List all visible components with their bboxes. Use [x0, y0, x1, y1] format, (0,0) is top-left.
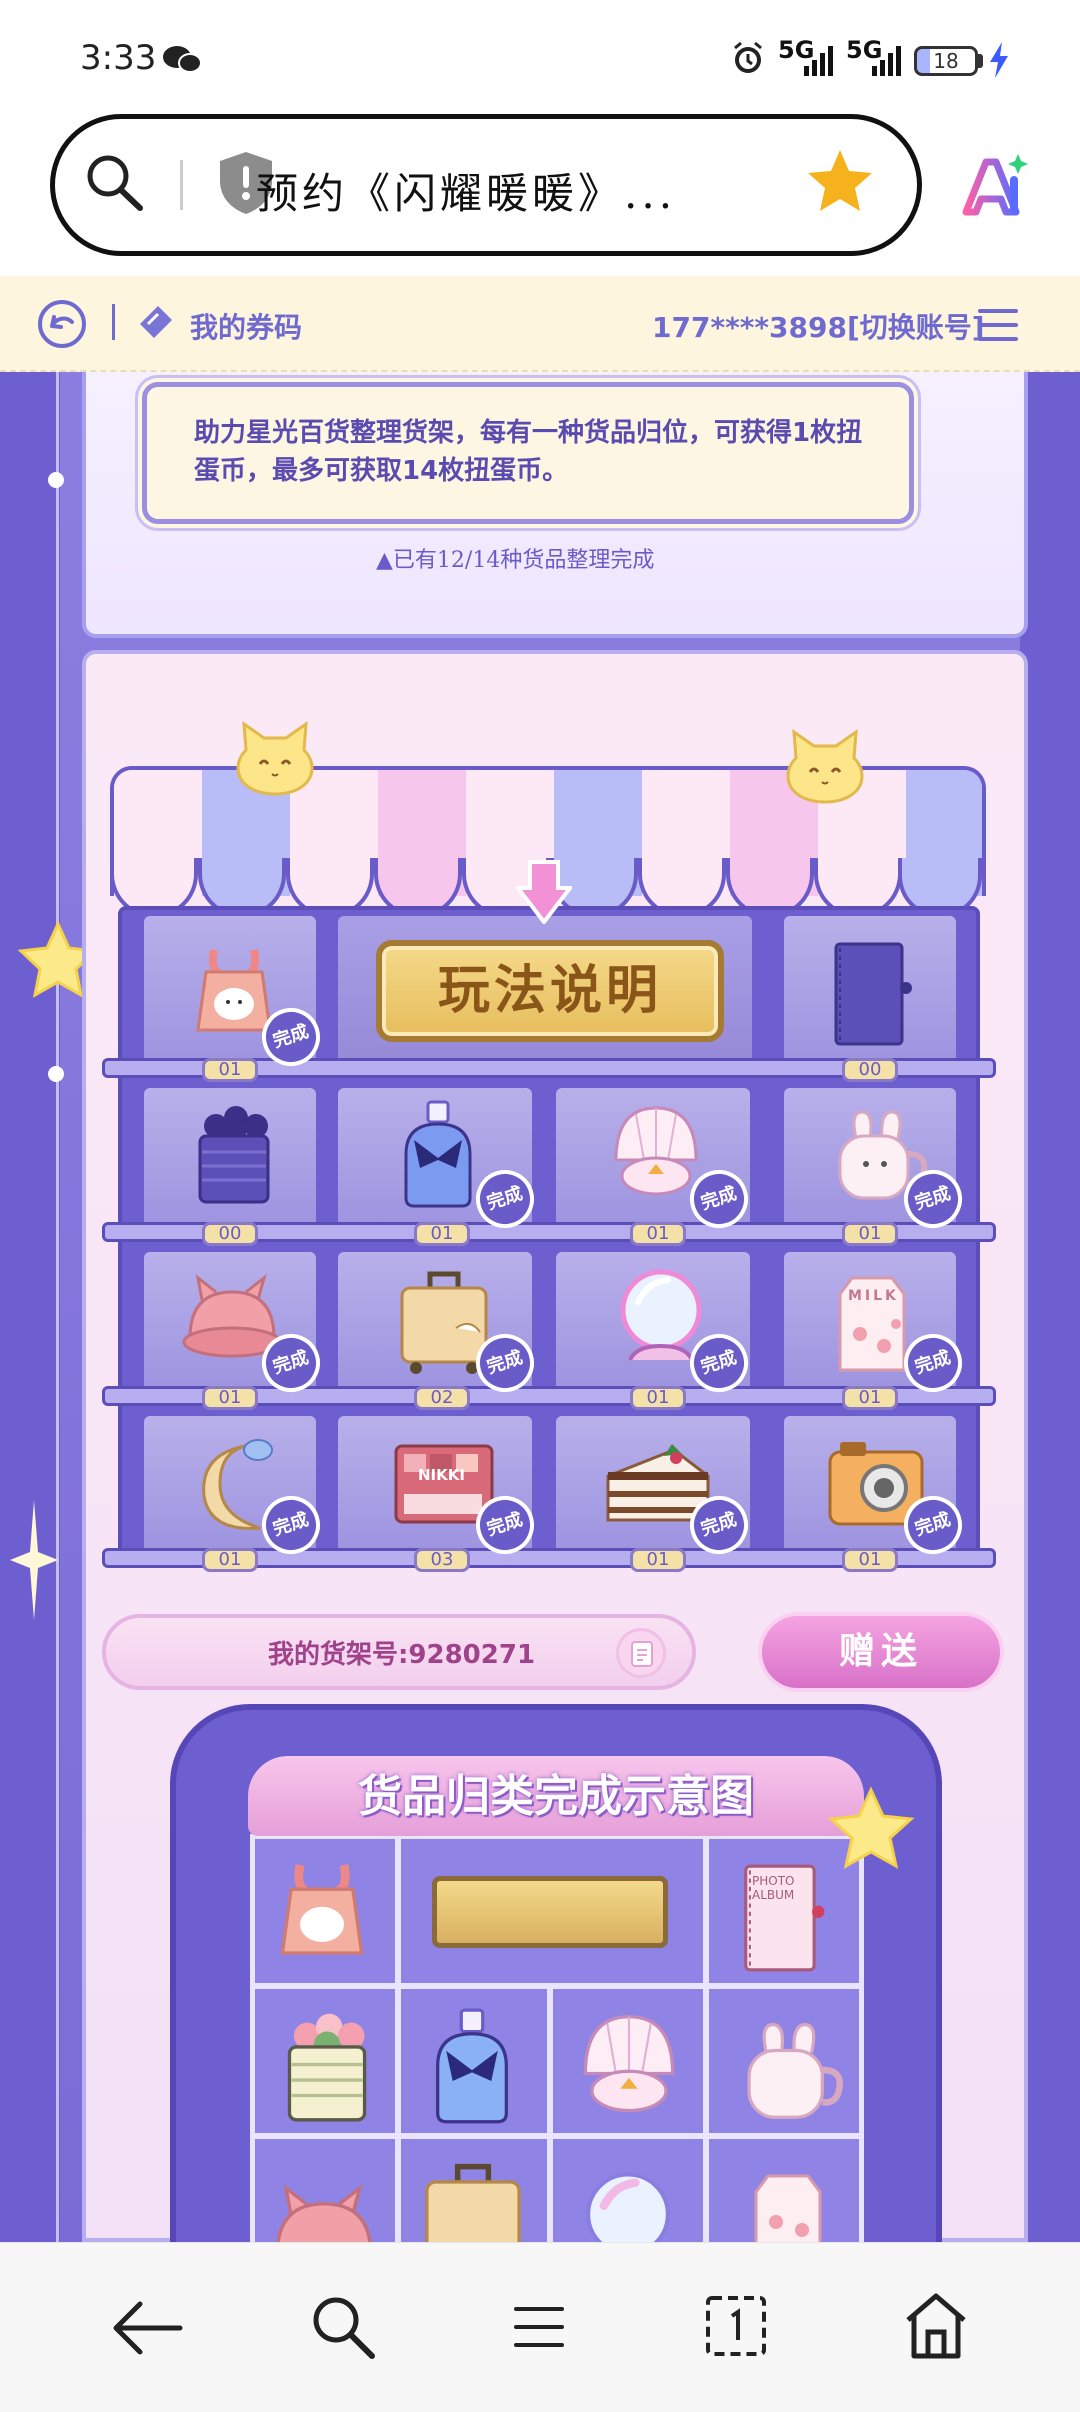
- suitcase-icon: [425, 2163, 521, 2250]
- rules-button[interactable]: 玩法说明: [376, 940, 724, 1042]
- count-tag: 01: [202, 1386, 258, 1410]
- count-tag: 01: [630, 1222, 686, 1246]
- sparkle-icon: [10, 1500, 58, 1620]
- address-divider: [180, 160, 183, 210]
- switch-account-link[interactable]: 177****3898[切换账号]: [652, 306, 985, 346]
- bunny-mug-icon: [747, 2022, 843, 2119]
- decor-dot: [48, 472, 64, 488]
- left-decor-line: [56, 372, 59, 2242]
- status-time: 3:33: [80, 38, 157, 78]
- charging-icon: [990, 42, 1008, 78]
- diagram-title: 货品归类完成示意图: [358, 1771, 754, 1822]
- count-tag: 00: [842, 1058, 898, 1082]
- right-decor-strip: [1020, 372, 1080, 2242]
- cat-mascot-icon: [236, 720, 314, 796]
- menu-icon[interactable]: [976, 306, 1020, 344]
- back-arrow-icon[interactable]: [110, 2296, 184, 2360]
- count-tag: 02: [414, 1386, 470, 1410]
- copy-icon: [631, 1641, 653, 1667]
- seashell-icon: [583, 2015, 675, 2113]
- home-icon[interactable]: [902, 2290, 970, 2360]
- battery-indicator: 18: [914, 46, 978, 76]
- info-description: 助力星光百货整理货架，每有一种货品归位，可获得1枚扭蛋币，最多可获取14枚扭蛋币…: [194, 418, 863, 486]
- rules-sign-placeholder: [432, 1876, 668, 1948]
- perfume-bottle-icon: [404, 1100, 472, 1208]
- pink-cap-icon: [275, 2183, 373, 2250]
- count-tag: 01: [842, 1548, 898, 1572]
- search-icon[interactable]: [82, 150, 146, 214]
- menu-icon[interactable]: [512, 2304, 566, 2350]
- battery-tip: [978, 54, 983, 68]
- progress-text: ▲已有12/14种货品整理完成: [376, 548, 655, 573]
- left-decor-strip: [0, 372, 60, 2242]
- star-decoration-icon: [827, 1786, 915, 1869]
- page-title: 预约《闪耀暖暖》...: [256, 169, 677, 218]
- ticket-icon[interactable]: [136, 302, 176, 342]
- milk-carton-icon: [754, 2174, 822, 2250]
- flower-basket-icon: [287, 2013, 367, 2122]
- copy-button[interactable]: [616, 1628, 666, 1678]
- count-tag: 01: [842, 1222, 898, 1246]
- alarm-icon: [734, 41, 762, 73]
- count-tag: 01: [630, 1548, 686, 1572]
- count-tag: 01: [630, 1386, 686, 1410]
- back-circle-icon[interactable]: [36, 298, 88, 350]
- perfume-bottle-icon: [436, 2008, 508, 2124]
- sub-header-divider: [112, 304, 115, 340]
- nikki-label: NIKKI: [418, 1466, 465, 1484]
- my-coupons-link[interactable]: 我的券码: [190, 306, 302, 346]
- cat-mascot-icon: [786, 728, 864, 804]
- ai-assistant-icon[interactable]: [960, 152, 1030, 218]
- search-icon[interactable]: [308, 2292, 378, 2362]
- count-tag: 00: [202, 1222, 258, 1246]
- album-label: PHOTO ALBUM: [752, 1874, 795, 1902]
- flower-basket-icon: [198, 1106, 270, 1204]
- shelf-id-text: 我的货架号:9280271: [268, 1640, 536, 1670]
- milk-label: MILK: [848, 1288, 899, 1304]
- count-tag: 01: [842, 1386, 898, 1410]
- count-tag: 03: [414, 1548, 470, 1572]
- decor-dot: [48, 1066, 64, 1082]
- arrow-down-icon: [516, 860, 572, 924]
- count-tag: 01: [202, 1548, 258, 1572]
- wechat-icon: [163, 46, 202, 73]
- status-bar: 3:33 5G 5G 18: [0, 0, 1080, 110]
- bunny-backpack-icon: [280, 1864, 364, 1955]
- count-tag: 01: [414, 1222, 470, 1246]
- signal-icon-1: [804, 46, 833, 76]
- gift-button[interactable]: 赠送: [758, 1612, 1004, 1692]
- photo-album-icon: [834, 942, 912, 1046]
- bookmark-star-icon[interactable]: [806, 148, 874, 214]
- count-tag: 01: [202, 1058, 258, 1082]
- crystal-ball-icon: [586, 2172, 670, 2250]
- signal-icon-2: [872, 46, 901, 76]
- tabs-icon[interactable]: [704, 2294, 768, 2358]
